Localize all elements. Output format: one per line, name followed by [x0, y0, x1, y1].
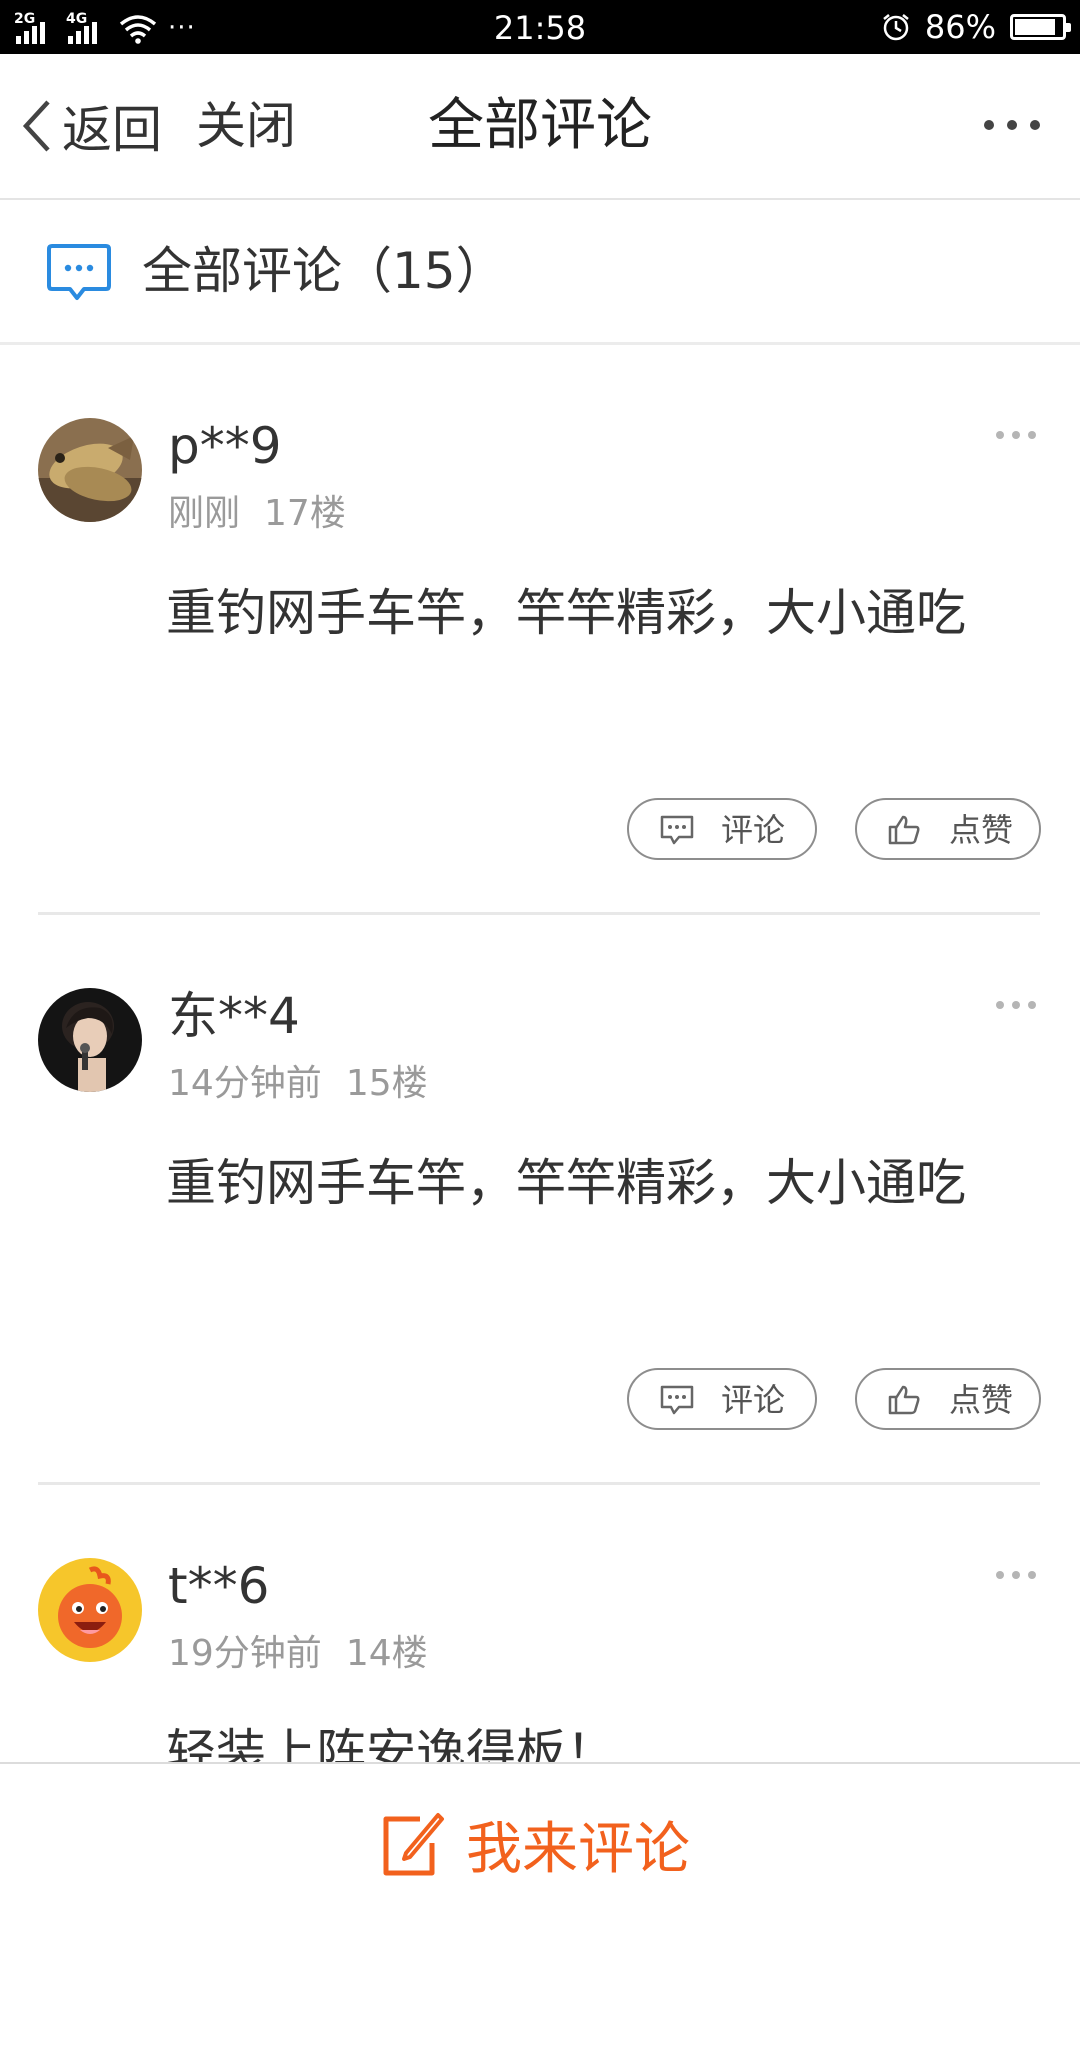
thumbs-up-icon: [888, 1385, 920, 1415]
comment-icon: [660, 815, 694, 845]
comment-icon: [660, 1385, 694, 1415]
page-title: 全部评论: [428, 93, 652, 158]
reply-label: 评论: [721, 1381, 786, 1419]
comment-more-button[interactable]: [996, 1571, 1036, 1581]
like-button[interactable]: 点赞: [855, 798, 1041, 860]
bottom-bar: 我来评论: [0, 1762, 1080, 1922]
mascot-avatar-image: [38, 1558, 142, 1662]
nav-bar: 返回 关闭 全部评论: [0, 54, 1080, 200]
comment-item: 东**4 14分钟前 15楼 重钓网手车竿，竿竿精彩，大小通吃 评论 点赞: [0, 915, 1080, 1485]
comment-time: 刚刚: [168, 493, 241, 534]
battery-icon: [1010, 14, 1071, 40]
comment-more-button[interactable]: [996, 431, 1036, 441]
avatar[interactable]: [38, 1558, 142, 1662]
comment-floor: 15楼: [345, 1063, 428, 1104]
reply-label: 评论: [721, 811, 786, 849]
comment-time: 14分钟前: [168, 1063, 322, 1104]
comment-text: 重钓网手车竿，竿竿精彩，大小通吃: [166, 1154, 966, 1212]
comments-header: 全部评论（15）: [0, 200, 1080, 345]
battery-percent: 86%: [924, 8, 996, 46]
comment-meta: 14分钟前 15楼: [168, 1060, 428, 1108]
status-right: 86%: [881, 0, 1071, 54]
dot-icon: [984, 120, 994, 130]
comment-bubble-icon: [47, 244, 111, 300]
comment-username[interactable]: p**9: [168, 415, 282, 477]
avatar[interactable]: [38, 988, 142, 1092]
comment-meta: 刚刚 17楼: [168, 490, 346, 538]
write-comment-label: 我来评论: [466, 1816, 690, 1882]
like-label: 点赞: [949, 1381, 1014, 1419]
fish-avatar-image: [38, 418, 142, 522]
write-comment-button[interactable]: 我来评论: [380, 1804, 690, 1884]
status-bar: 2G 4G ··· 21:58 86%: [0, 0, 1080, 54]
comment-meta: 19分钟前 14楼: [168, 1630, 428, 1678]
reply-button[interactable]: 评论: [627, 1368, 817, 1430]
comment-item: p**9 刚刚 17楼 重钓网手车竿，竿竿精彩，大小通吃 评论 点赞: [0, 345, 1080, 915]
reply-button[interactable]: 评论: [627, 798, 817, 860]
like-button[interactable]: 点赞: [855, 1368, 1041, 1430]
dot-icon: [1007, 120, 1017, 130]
thumbs-up-icon: [888, 815, 920, 845]
alarm-icon: [883, 14, 909, 41]
comment-floor: 14楼: [345, 1633, 428, 1674]
comment-text: 重钓网手车竿，竿竿精彩，大小通吃: [166, 584, 966, 642]
comment-username[interactable]: 东**4: [168, 985, 300, 1047]
edit-icon: [383, 1813, 444, 1876]
dot-icon: [1030, 120, 1040, 130]
person-avatar-image: [38, 988, 142, 1092]
comments-count-title: 全部评论（15）: [142, 242, 506, 300]
comment-time: 19分钟前: [168, 1633, 322, 1674]
avatar[interactable]: [38, 418, 142, 522]
comment-more-button[interactable]: [996, 1001, 1036, 1011]
battery-fill: [1015, 19, 1055, 35]
like-label: 点赞: [949, 811, 1014, 849]
comment-floor: 17楼: [264, 493, 346, 534]
comment-username[interactable]: t**6: [168, 1555, 269, 1617]
more-menu-button[interactable]: [984, 120, 1040, 136]
